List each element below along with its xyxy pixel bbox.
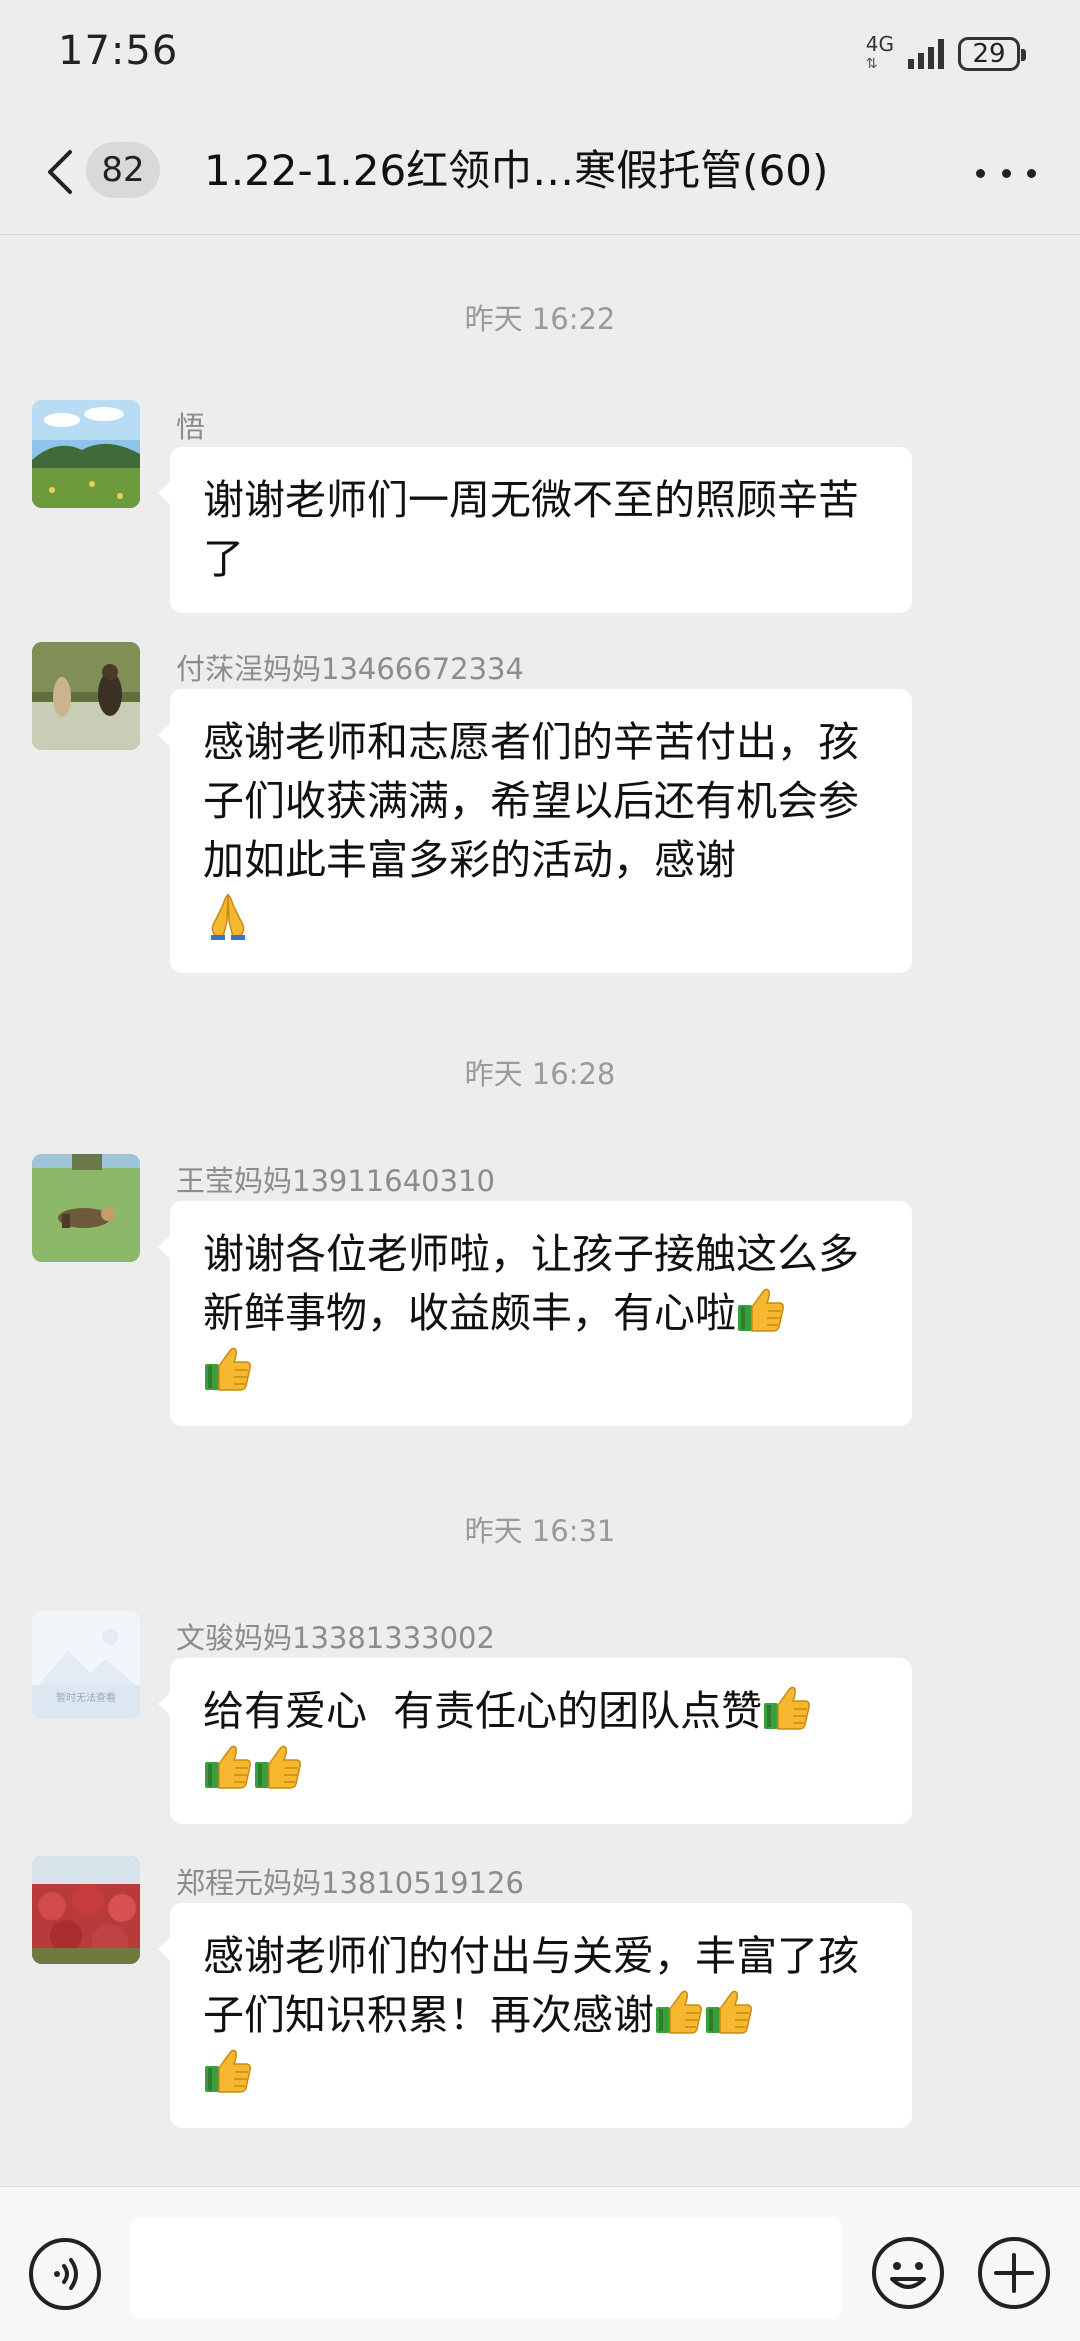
voice-icon[interactable] bbox=[28, 2237, 102, 2311]
chevron-left-icon[interactable] bbox=[40, 142, 80, 202]
sender-name: 悟 bbox=[176, 410, 206, 444]
pray-emoji-icon bbox=[203, 891, 253, 941]
avatar[interactable]: 暂时无法查看 bbox=[32, 1611, 140, 1719]
chat-title: 1.22-1.26红领巾…寒假托管(60) bbox=[204, 146, 829, 195]
message-input[interactable] bbox=[130, 2217, 842, 2319]
status-time: 17:56 bbox=[58, 28, 179, 74]
sender-name: 王莹妈妈13911640310 bbox=[176, 1164, 495, 1198]
thumbs-up-emoji-icon bbox=[253, 1742, 303, 1792]
avatar[interactable] bbox=[32, 642, 140, 750]
avatar[interactable] bbox=[32, 1856, 140, 1964]
message-text: 感谢老师们的付出与关爱，丰富了孩子们知识积累！再次感谢 bbox=[203, 1932, 859, 2039]
chat-header: 82 1.22-1.26红领巾…寒假托管(60) bbox=[0, 112, 1080, 235]
thumbs-up-emoji-icon bbox=[704, 1987, 754, 2037]
avatar[interactable] bbox=[32, 1154, 140, 1262]
input-bar bbox=[0, 2186, 1080, 2341]
sender-name: 付莯浧妈妈13466672334 bbox=[176, 652, 524, 686]
timestamp: 昨天 16:31 bbox=[464, 1514, 616, 1548]
message-bubble[interactable]: 给有爱心 有责任心的团队点赞 bbox=[158, 1658, 912, 1824]
data-arrows-icon: ⇅ bbox=[865, 56, 878, 72]
thumbs-up-emoji-icon bbox=[203, 2046, 253, 2096]
message-text: 感谢老师和志愿者们的辛苦付出，孩子们收获满满，希望以后还有机会参加如此丰富多彩的… bbox=[203, 718, 859, 884]
plus-icon[interactable] bbox=[976, 2235, 1052, 2311]
sender-name: 郑程元妈妈13810519126 bbox=[176, 1866, 524, 1900]
battery-icon: 29 bbox=[958, 37, 1026, 71]
message-text: 谢谢老师们一周无微不至的照顾辛苦了 bbox=[203, 476, 859, 583]
avatar[interactable] bbox=[32, 400, 140, 508]
thumbs-up-emoji-icon bbox=[203, 1344, 253, 1394]
thumbs-up-emoji-icon bbox=[736, 1285, 786, 1335]
thumbs-up-emoji-icon bbox=[203, 1742, 253, 1792]
message-text: 给有爱心 有责任心的团队点赞 bbox=[203, 1687, 763, 1735]
thumbs-up-emoji-icon bbox=[654, 1987, 704, 2037]
status-icons: 4G ⇅ 29 bbox=[866, 30, 1026, 78]
thumbs-up-emoji-icon bbox=[762, 1683, 812, 1733]
timestamp: 昨天 16:28 bbox=[464, 1057, 616, 1091]
message-bubble[interactable]: 谢谢各位老师啦，让孩子接触这么多新鲜事物，收益颇丰，有心啦 bbox=[158, 1201, 912, 1426]
sender-name: 文骏妈妈13381333002 bbox=[176, 1621, 495, 1655]
unread-count-badge[interactable]: 82 bbox=[86, 142, 160, 198]
message-list[interactable]: 昨天 16:22 悟 谢谢老师们一周无微不至的照顾辛苦了 付莯浧妈妈134666… bbox=[0, 236, 1080, 2186]
status-bar: 17:56 4G ⇅ 29 bbox=[0, 0, 1080, 110]
message-bubble[interactable]: 感谢老师们的付出与关爱，丰富了孩子们知识积累！再次感谢 bbox=[158, 1903, 912, 2128]
emoji-face-icon[interactable] bbox=[870, 2235, 946, 2311]
battery-level: 29 bbox=[972, 39, 1006, 69]
network-indicator: 4G ⇅ bbox=[866, 34, 894, 74]
avatar-placeholder-text: 暂时无法查看 bbox=[56, 1693, 116, 1704]
timestamp: 昨天 16:22 bbox=[464, 302, 616, 336]
network-label: 4G bbox=[865, 32, 894, 56]
message-bubble[interactable]: 谢谢老师们一周无微不至的照顾辛苦了 bbox=[158, 447, 912, 613]
more-dots-icon[interactable] bbox=[976, 158, 1036, 188]
message-bubble[interactable]: 感谢老师和志愿者们的辛苦付出，孩子们收获满满，希望以后还有机会参加如此丰富多彩的… bbox=[158, 689, 912, 973]
signal-icon bbox=[908, 39, 944, 69]
